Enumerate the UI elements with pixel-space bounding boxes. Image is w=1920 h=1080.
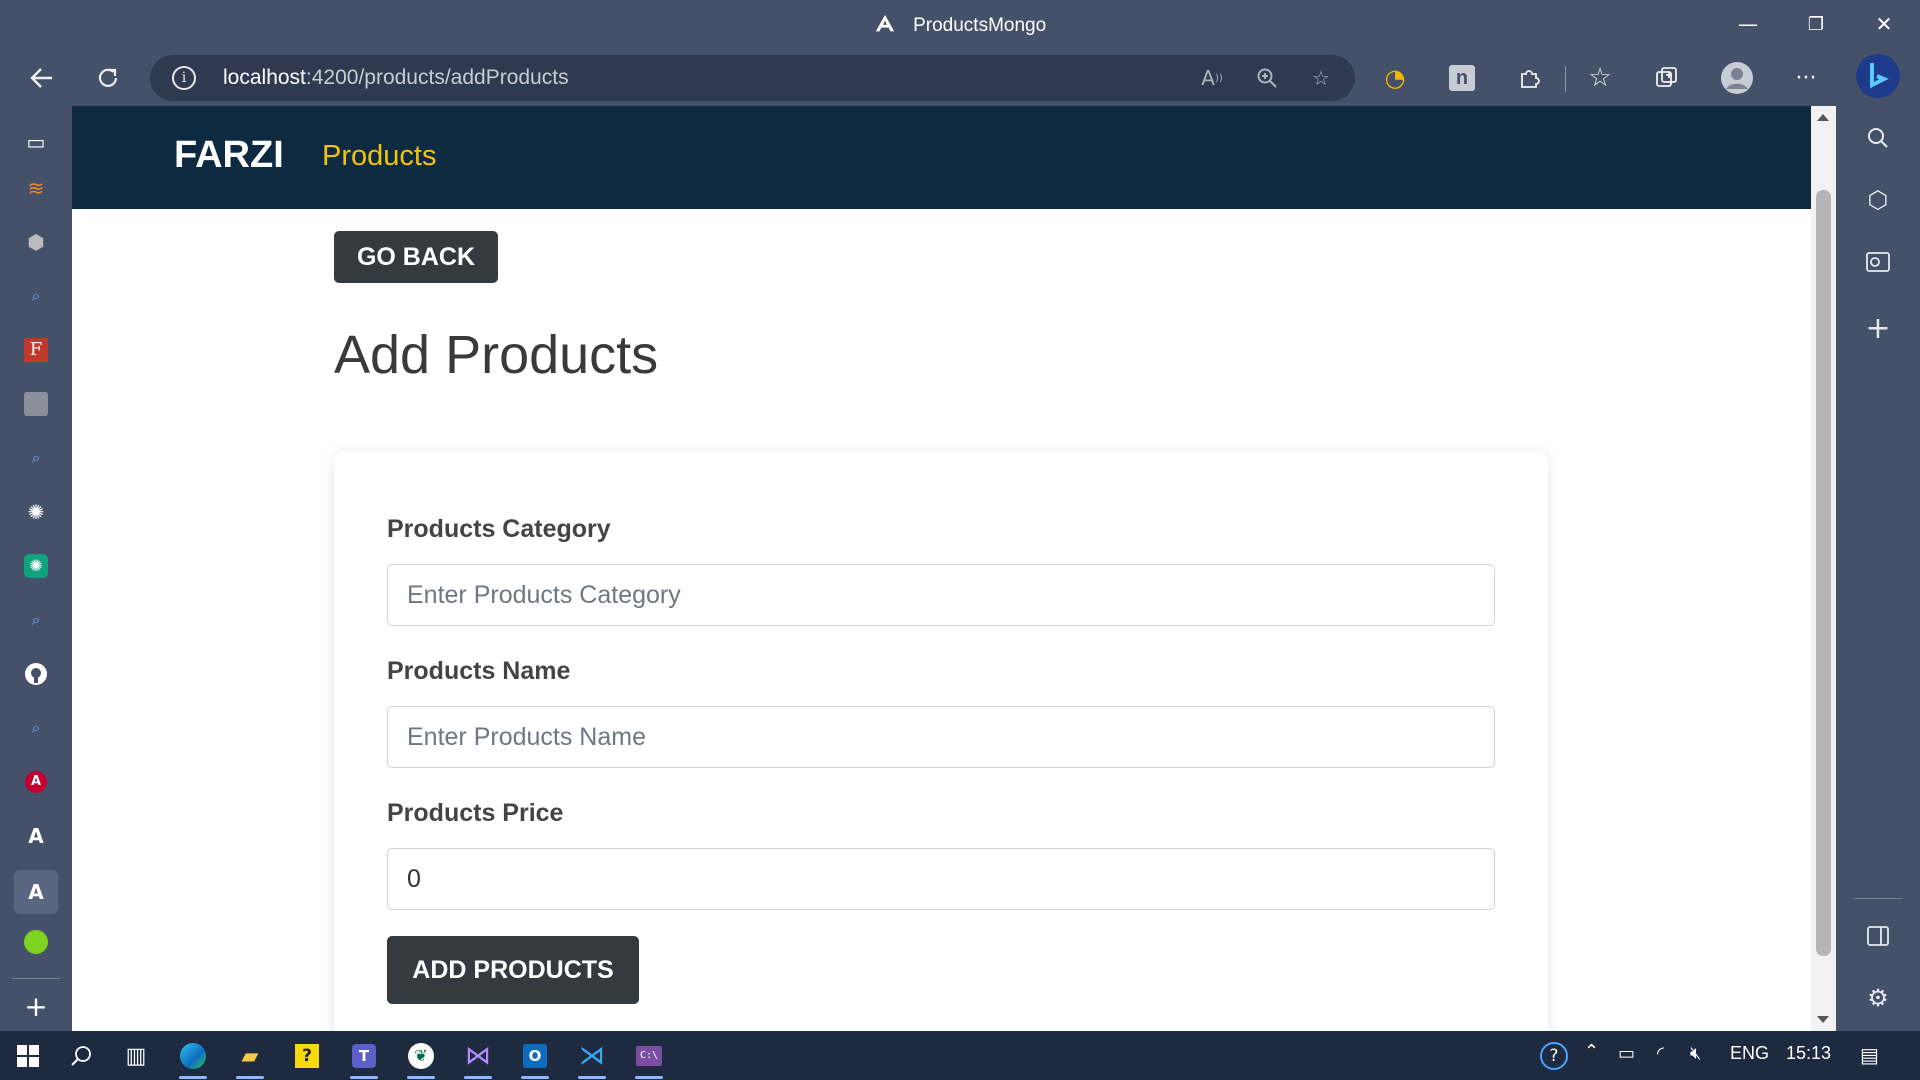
shield-icon[interactable]: ⬢ [18,224,54,260]
url-host: localhost [223,66,306,89]
edge-taskbar-icon[interactable] [171,1037,215,1079]
close-button[interactable]: ✕ [1850,0,1918,48]
app-navbar: FARZI Products [72,106,1811,209]
windows-start-icon[interactable] [6,1037,50,1075]
category-input[interactable] [387,564,1495,626]
page-viewport: FARZI Products GO BACK Add Products Prod… [72,106,1836,1031]
teams-icon[interactable]: T [342,1037,386,1079]
settings-gear-icon[interactable]: ⚙ [1860,980,1896,1016]
refresh-icon [98,68,118,87]
tray-overflow-icon[interactable]: ⌃ [1584,1041,1599,1062]
minimize-button[interactable]: — [1714,0,1782,48]
browser-toolbar: i localhost:4200/products/addProducts A)… [0,50,1920,106]
search-sidebar-icon[interactable] [1860,120,1896,156]
price-input[interactable] [387,848,1495,910]
toolbar-divider [1565,66,1566,92]
tools-sidebar-icon[interactable]: ⬡ [1860,182,1896,218]
info-icon[interactable]: i [172,66,196,90]
price-label: Products Price [387,799,564,827]
github-icon[interactable] [18,656,54,692]
favorites-icon[interactable]: ☆ [1578,56,1622,100]
url-text[interactable]: localhost:4200/products/addProducts [223,66,569,90]
title-bar: ProductsMongo — ❐ ✕ [0,0,1920,50]
help-tray-icon[interactable]: ? [1532,1037,1576,1075]
go-back-button[interactable]: GO BACK [334,231,498,283]
left-sidebar: ▭ ≋ ⬢ ⌕ F ⌕ ✺ ✺ ⌕ ⌕ A A A + [0,106,72,1031]
window-title-wrap: ProductsMongo [0,13,1920,37]
name-label: Products Name [387,657,571,685]
green-app-icon[interactable] [18,924,54,960]
help-app-icon[interactable]: ? [285,1037,329,1075]
angular-red-icon[interactable]: A [18,764,54,800]
refresh-button[interactable] [86,56,130,100]
back-icon [30,68,52,88]
scroll-up-arrow-icon[interactable] [1817,114,1829,121]
add-product-form-card: Products Category Products Name Products… [334,451,1548,1031]
search-icon-3[interactable]: ⌕ [18,602,54,638]
stackoverflow-icon[interactable]: ≋ [18,170,54,206]
favorite-add-icon[interactable]: ☆ [1307,64,1335,92]
angular-icon [875,14,894,32]
page-title: Add Products [334,325,659,385]
search-taskbar-icon[interactable] [60,1037,104,1075]
page-scrollbar[interactable] [1811,106,1836,1031]
scrollbar-thumb[interactable] [1816,190,1831,956]
vscode-icon[interactable]: ⋊ [570,1037,614,1079]
url-path: :4200/products/addProducts [305,66,569,89]
read-aloud-icon[interactable]: A)) [1198,64,1226,92]
wifi-icon[interactable]: ◜ [1657,1043,1664,1064]
split-screen-icon[interactable] [1860,918,1896,954]
profile-icon[interactable] [1715,56,1759,100]
back-button[interactable] [20,56,64,100]
bing-icon[interactable] [1854,52,1902,100]
outlook-taskbar-icon[interactable]: O [513,1037,557,1079]
angular-icon-active-tab[interactable]: A [14,870,58,914]
collections-icon[interactable] [1645,56,1689,100]
name-input[interactable] [387,706,1495,768]
restore-button[interactable]: ❐ [1782,0,1850,48]
angular-icon-tab[interactable]: A [18,818,54,854]
photo-app-icon[interactable] [18,386,54,422]
openai-icon[interactable]: ✺ [18,494,54,530]
right-sidebar-divider [1854,898,1902,899]
category-label: Products Category [387,515,611,543]
file-explorer-icon[interactable]: ▰ [228,1037,272,1079]
mongodb-compass-icon[interactable]: ❦ [399,1037,443,1079]
tab-actions-icon[interactable]: ▭ [18,124,54,160]
window-title: ProductsMongo [913,15,1047,36]
scroll-down-arrow-icon[interactable] [1817,1016,1829,1023]
extension-icon[interactable]: ◔ [1373,56,1417,100]
chatgpt-icon[interactable]: ✺ [18,548,54,584]
terminal-icon[interactable]: C:\ [627,1037,671,1079]
speaker-muted-icon[interactable]: 🔇︎ [1690,1043,1701,1064]
add-products-button[interactable]: ADD PRODUCTS [387,936,639,1004]
language-indicator[interactable]: ENG [1730,1043,1769,1064]
task-view-icon[interactable]: ▥ [114,1037,158,1075]
brand-logo[interactable]: FARZI [174,134,284,177]
more-icon[interactable]: ··· [1784,56,1828,100]
puzzle-icon[interactable] [1507,56,1551,100]
windows-taskbar: ▥ ▰ ? T ❦ ⋈ O ⋊ C:\ ? ⌃ ▭ ◜ 🔇︎ ENG 15:13… [0,1031,1920,1080]
notifications-icon[interactable]: ▤ [1860,1043,1879,1068]
address-bar[interactable]: i localhost:4200/products/addProducts A)… [150,55,1355,101]
nav-link-products[interactable]: Products [322,140,436,173]
right-sidebar: ⬡ + ⚙ [1836,106,1920,1031]
visual-studio-icon[interactable]: ⋈ [456,1037,500,1079]
notion-icon[interactable]: n [1440,56,1484,100]
outlook-sidebar-icon[interactable] [1860,244,1896,280]
zoom-icon[interactable] [1253,64,1281,92]
f-app-icon[interactable]: F [18,332,54,368]
battery-icon[interactable]: ▭ [1618,1043,1635,1064]
search-icon-2[interactable]: ⌕ [18,440,54,476]
clock[interactable]: 15:13 [1786,1043,1831,1064]
search-icon[interactable]: ⌕ [18,278,54,314]
search-icon-4[interactable]: ⌕ [18,710,54,746]
sidebar-divider [12,978,60,979]
add-sidebar-icon[interactable]: + [1860,310,1896,346]
add-icon[interactable]: + [18,988,54,1024]
